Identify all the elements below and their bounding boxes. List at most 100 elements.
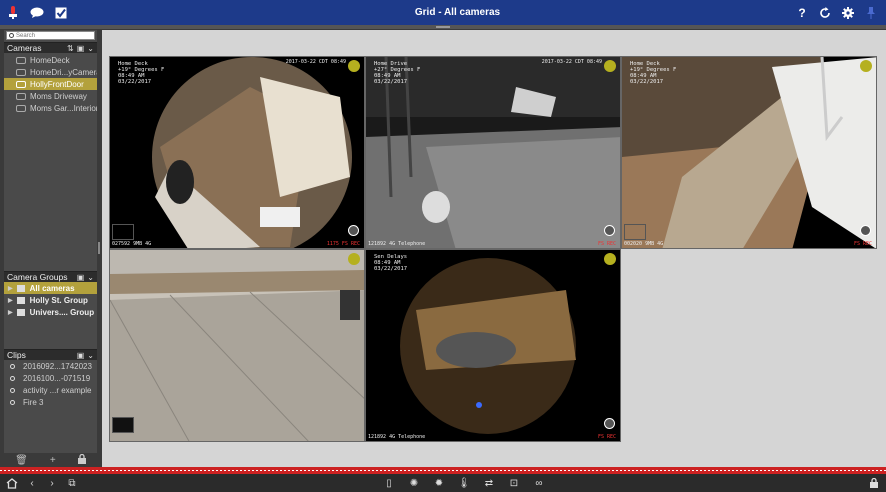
lock-icon[interactable] xyxy=(77,453,86,467)
camera-label: HomeDeck xyxy=(30,55,70,65)
clip-icon xyxy=(10,399,15,405)
camera-item-homedrive[interactable]: HomeDri...yCamera xyxy=(4,66,97,78)
status-indicator-icon[interactable] xyxy=(348,253,360,265)
temperature-icon[interactable]: 🌡 xyxy=(458,477,471,489)
camera-timestamp: 2017-03-22 CDT 08:49 xyxy=(285,59,346,65)
pin-icon[interactable] xyxy=(864,6,878,20)
clip-item[interactable]: Fire 3 xyxy=(4,396,97,408)
expand-arrow-icon[interactable]: ▶ xyxy=(8,285,13,292)
phone-icon[interactable]: ▯ xyxy=(383,477,395,489)
camera-item-moms-driveway[interactable]: Moms Driveway xyxy=(4,90,97,102)
chevron-down-icon[interactable]: ⌄ xyxy=(87,273,94,282)
titlebar-right-tools: ? xyxy=(795,6,886,20)
camera-list: HomeDeck HomeDri...yCamera HollyFrontDoo… xyxy=(4,53,97,114)
search-placeholder: Search xyxy=(16,32,36,39)
group-label: All cameras xyxy=(29,283,75,293)
camera-item-homedeck[interactable]: HomeDeck xyxy=(4,54,97,66)
brightness-alt-icon[interactable]: ✹ xyxy=(433,477,445,489)
recording-status: FS REC xyxy=(597,434,616,440)
camera-tile-moms-driveway[interactable] xyxy=(109,249,365,442)
back-icon[interactable]: ‹ xyxy=(26,477,38,489)
sort-icon[interactable]: ⇅ xyxy=(67,44,74,53)
view-options-icon[interactable]: ▣ xyxy=(77,273,85,282)
status-indicator-icon[interactable] xyxy=(604,253,616,265)
search-icon xyxy=(9,33,14,38)
clip-label: 2016092...1742023 xyxy=(23,361,92,371)
sidebar-splitter[interactable] xyxy=(97,30,101,467)
camera-overlay-text: Sen Delays 08:49 AM 03/22/2017 xyxy=(374,254,408,272)
camera-timestamp: 2017-03-22 CDT 08:49 xyxy=(541,59,602,65)
mini-preview xyxy=(624,224,646,240)
chevron-down-icon[interactable]: ⌄ xyxy=(87,351,94,360)
group-item-holly-st[interactable]: ▶ Holly St. Group xyxy=(4,294,97,306)
home-icon[interactable] xyxy=(6,477,18,489)
clip-icon xyxy=(10,363,15,369)
camera-icon xyxy=(16,80,26,88)
camera-stats: 121892 4G Telephone xyxy=(368,241,426,247)
camera-feed-image xyxy=(110,250,364,441)
checkbox-icon[interactable] xyxy=(54,6,68,20)
snapshot-icon[interactable] xyxy=(860,225,871,236)
camera-overlay-text: Home Drive +27° Degrees F 08:49 AM 03/22… xyxy=(374,61,421,85)
recording-status: FS REC xyxy=(597,241,616,247)
settings-icon[interactable] xyxy=(841,6,855,20)
brightness-icon[interactable]: ✺ xyxy=(408,477,420,489)
record-icon[interactable] xyxy=(6,6,20,20)
group-label: Holly St. Group xyxy=(29,295,88,305)
clip-item[interactable]: 2016092...1742023 xyxy=(4,360,97,372)
status-indicator-icon[interactable] xyxy=(860,60,872,72)
camera-label: HomeDri...yCamera xyxy=(30,67,97,77)
snapshot-icon[interactable]: ⊡ xyxy=(508,477,520,489)
lock-icon[interactable] xyxy=(868,477,880,489)
camera-icon xyxy=(16,56,26,64)
camera-tile-homedrive[interactable]: Home Drive +27° Degrees F 08:49 AM 03/22… xyxy=(365,56,621,249)
sidebar-footer: 🗑 + xyxy=(4,453,97,467)
snapshot-icon[interactable] xyxy=(604,418,615,429)
snapshot-icon[interactable] xyxy=(348,225,359,236)
camera-item-hollyfrontdoor[interactable]: HollyFrontDoor xyxy=(4,78,97,90)
top-splitter[interactable] xyxy=(0,25,886,29)
link-icon[interactable]: ∞ xyxy=(533,477,545,489)
group-icon xyxy=(16,284,25,292)
forward-icon[interactable]: › xyxy=(46,477,58,489)
group-item-all-cameras[interactable]: ▶ All cameras xyxy=(4,282,97,294)
add-icon[interactable]: + xyxy=(50,455,56,466)
recording-timeline-bar[interactable] xyxy=(0,467,886,474)
cameras-panel-header: Cameras ⇅ ▣ ⌄ xyxy=(4,42,97,53)
title-bar: Grid - All cameras ? xyxy=(0,0,886,25)
clip-item[interactable]: 2016100...-071519 xyxy=(4,372,97,384)
delete-icon[interactable]: 🗑 xyxy=(15,455,28,466)
camera-grid: Home Deck +19° Degrees F 08:49 AM 03/22/… xyxy=(102,30,886,467)
group-item-university[interactable]: ▶ Univers.... Group xyxy=(4,306,97,318)
camera-tile-homedeck[interactable]: Home Deck +19° Degrees F 08:49 AM 03/22/… xyxy=(109,56,365,249)
help-icon[interactable]: ? xyxy=(795,6,809,20)
expand-arrow-icon[interactable]: ▶ xyxy=(8,309,13,316)
layout-icon[interactable]: ⧉ xyxy=(66,477,78,489)
camera-item-moms-garage[interactable]: Moms Gar...Interior xyxy=(4,102,97,114)
camera-icon xyxy=(16,92,26,100)
clip-label: 2016100...-071519 xyxy=(23,373,91,383)
clip-item[interactable]: activity ...r example xyxy=(4,384,97,396)
camera-stats: 002020 9MB 4G xyxy=(624,241,664,247)
clips-panel-header: Clips ▣ ⌄ xyxy=(4,349,97,360)
status-indicator-icon[interactable] xyxy=(604,60,616,72)
swap-icon[interactable]: ⇄ xyxy=(483,477,495,489)
camera-stats: 027592 9MB 4G xyxy=(112,241,152,247)
search-input[interactable]: Search xyxy=(6,31,95,40)
view-options-icon[interactable]: ▣ xyxy=(77,44,85,53)
refresh-icon[interactable] xyxy=(818,6,832,20)
camera-tile-moms-garage[interactable]: Sen Delays 08:49 AM 03/22/2017 121892 4G… xyxy=(365,249,621,442)
status-indicator-icon[interactable] xyxy=(348,60,360,72)
camera-feed-image xyxy=(622,57,876,248)
expand-arrow-icon[interactable]: ▶ xyxy=(8,297,13,304)
camera-tile-hollyfrontdoor[interactable]: Home Deck +19° Degrees F 08:49 AM 03/22/… xyxy=(621,56,877,249)
chevron-down-icon[interactable]: ⌄ xyxy=(87,44,94,53)
chat-icon[interactable] xyxy=(30,6,44,20)
camera-groups-panel-title: Camera Groups xyxy=(7,272,68,282)
clip-list: 2016092...1742023 2016100...-071519 acti… xyxy=(4,360,97,408)
snapshot-icon[interactable] xyxy=(604,225,615,236)
left-sidebar: Search Cameras ⇅ ▣ ⌄ HomeDeck HomeDri...… xyxy=(4,30,97,467)
camera-label: Moms Driveway xyxy=(30,91,87,101)
camera-groups-panel-header: Camera Groups ▣ ⌄ xyxy=(4,271,97,282)
view-options-icon[interactable]: ▣ xyxy=(77,351,85,360)
